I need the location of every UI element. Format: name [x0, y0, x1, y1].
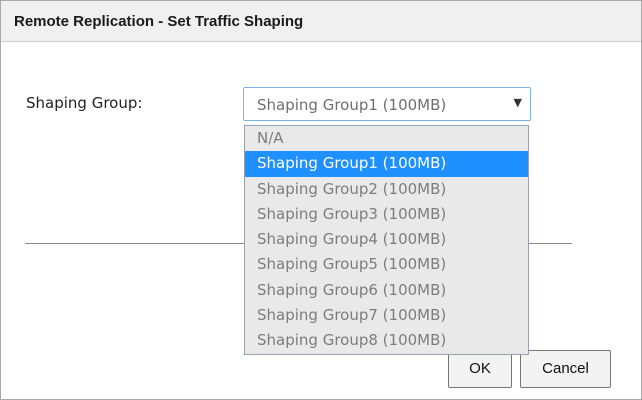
dropdown-option[interactable]: Shaping Group4 (100MB) — [245, 227, 528, 252]
dropdown-option[interactable]: N/A — [245, 126, 528, 151]
dropdown-option[interactable]: Shaping Group6 (100MB) — [245, 278, 528, 303]
dropdown-option[interactable]: Shaping Group1 (100MB) — [245, 151, 528, 177]
shaping-group-select[interactable]: Shaping Group1 (100MB) ▼ — [243, 87, 531, 121]
dropdown-option[interactable]: Shaping Group5 (100MB) — [245, 252, 528, 277]
dialog-title: Remote Replication - Set Traffic Shaping — [14, 13, 304, 30]
ok-button[interactable]: OK — [448, 350, 512, 388]
dialog-titlebar: Remote Replication - Set Traffic Shaping — [1, 1, 641, 42]
dropdown-option[interactable]: Shaping Group2 (100MB) — [245, 177, 528, 202]
chevron-down-icon: ▼ — [513, 96, 522, 109]
cancel-button[interactable]: Cancel — [520, 350, 611, 388]
dropdown-option[interactable]: Shaping Group7 (100MB) — [245, 303, 528, 328]
shaping-group-selected-value: Shaping Group1 (100MB) — [257, 96, 447, 114]
shaping-group-dropdown-list: N/A Shaping Group1 (100MB) Shaping Group… — [244, 125, 529, 355]
dropdown-option[interactable]: Shaping Group8 (100MB) — [245, 328, 528, 353]
traffic-shaping-dialog: Remote Replication - Set Traffic Shaping… — [0, 0, 642, 400]
shaping-group-label: Shaping Group: — [26, 94, 143, 112]
dropdown-option[interactable]: Shaping Group3 (100MB) — [245, 202, 528, 227]
